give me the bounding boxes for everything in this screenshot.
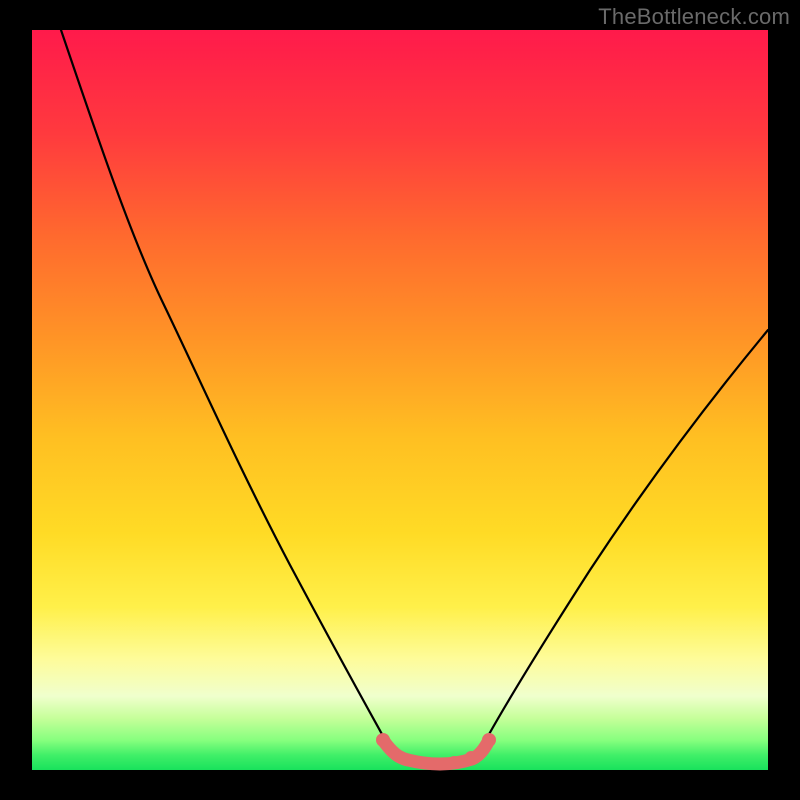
bottleneck-chart xyxy=(0,0,800,800)
watermark-text: TheBottleneck.com xyxy=(598,4,790,30)
chart-frame: TheBottleneck.com xyxy=(0,0,800,800)
gradient-plot-area xyxy=(32,30,768,770)
